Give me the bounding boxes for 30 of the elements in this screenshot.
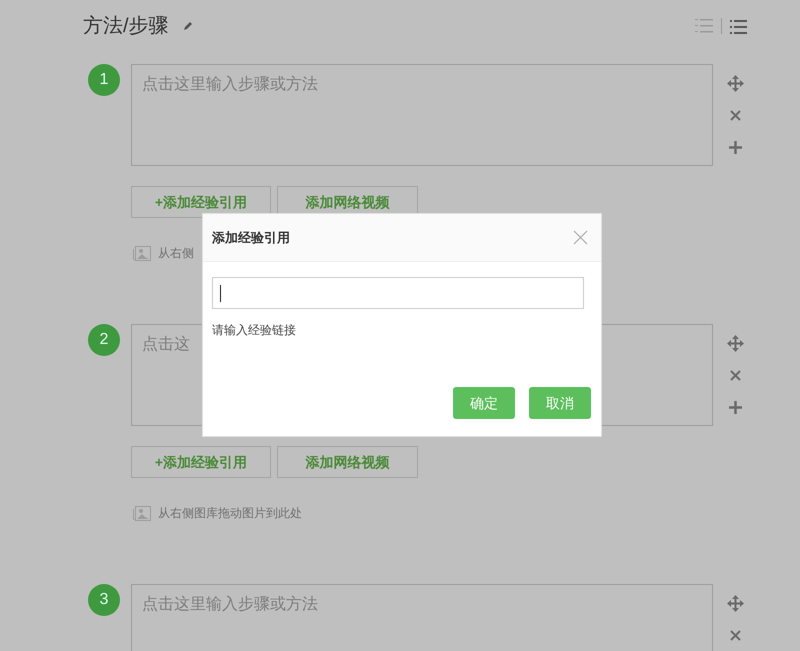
add-icon[interactable]	[728, 141, 742, 154]
image-icon	[131, 504, 152, 522]
image-drop-hint: 从右侧图库拖动图片到此处	[158, 505, 302, 522]
text-cursor	[220, 284, 221, 302]
delete-icon[interactable]	[730, 370, 740, 381]
numbered-list-icon[interactable]	[695, 18, 713, 34]
step-input-field[interactable]: 点击这里输入步骤或方法	[131, 64, 713, 166]
image-icon	[131, 244, 152, 262]
step-number: 1	[88, 64, 120, 96]
confirm-button[interactable]: 确定	[453, 387, 515, 419]
cancel-button[interactable]: 取消	[529, 387, 591, 419]
move-icon[interactable]	[726, 595, 744, 612]
move-icon[interactable]	[726, 335, 744, 352]
step-number: 3	[88, 584, 120, 616]
delete-icon[interactable]	[730, 110, 740, 121]
section-title: 方法/步骤	[83, 14, 169, 39]
input-hint: 请输入经验链接	[212, 322, 297, 339]
pencil-icon[interactable]	[182, 21, 193, 31]
image-drop-hint: 从右侧	[158, 245, 194, 262]
add-icon[interactable]	[728, 401, 742, 414]
add-reference-button[interactable]: +添加经验引用	[131, 446, 271, 478]
delete-icon[interactable]	[730, 630, 740, 641]
move-icon[interactable]	[726, 75, 744, 92]
add-video-button[interactable]: 添加网络视频	[277, 446, 418, 478]
dialog-title: 添加经验引用	[212, 228, 290, 247]
list-icon[interactable]	[730, 18, 747, 34]
link-input-field[interactable]	[212, 277, 584, 309]
step-number: 2	[88, 324, 120, 356]
step-input-field[interactable]: 点击这里输入步骤或方法	[131, 584, 713, 651]
close-icon[interactable]	[573, 230, 588, 245]
